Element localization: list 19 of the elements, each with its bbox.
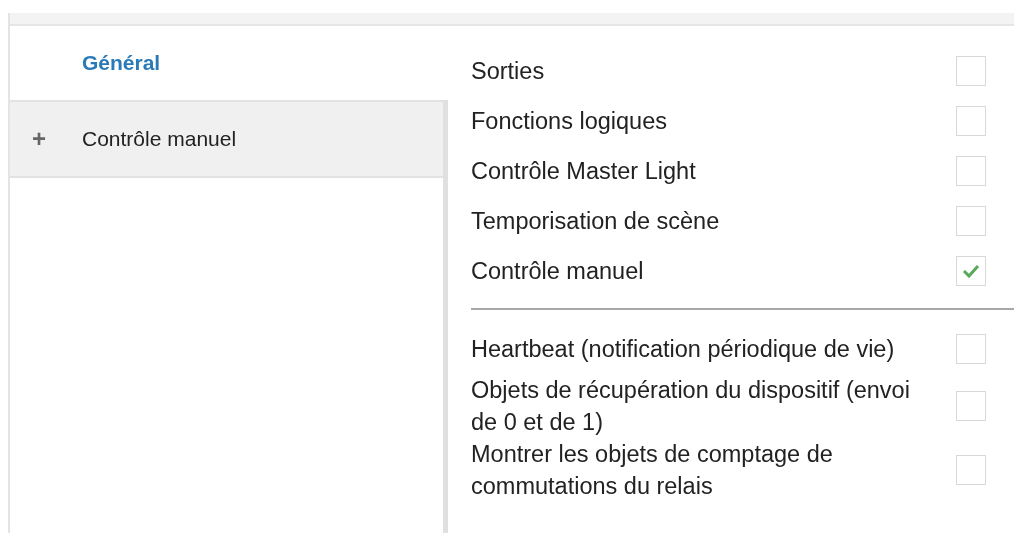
checkbox[interactable] [956,455,986,485]
expand-icon[interactable]: + [32,125,82,153]
option-label: Contrôle manuel [471,257,644,286]
option-label: Temporisation de scène [471,207,720,236]
checkbox[interactable] [956,56,986,86]
option-label: Heartbeat (notification périodique de vie) [471,335,895,364]
checkbox[interactable] [956,256,986,286]
option-label: Objets de récupération du dispositif (envoi de 0 et de 1) [471,376,911,437]
checkbox[interactable] [956,334,986,364]
checkbox[interactable] [956,391,986,421]
checkbox[interactable] [956,206,986,236]
checkbox[interactable] [956,106,986,136]
checkbox[interactable] [956,156,986,186]
option-label: Contrôle Master Light [471,157,696,186]
sidebar-item[interactable]: + Contrôle manuel [10,100,443,178]
option-label: Montrer les objets de comptage de commutations du relais [471,440,834,501]
option-label: Fonctions logiques [471,107,667,136]
checkmark-icon [962,264,980,278]
option-label: Sorties [471,57,545,86]
